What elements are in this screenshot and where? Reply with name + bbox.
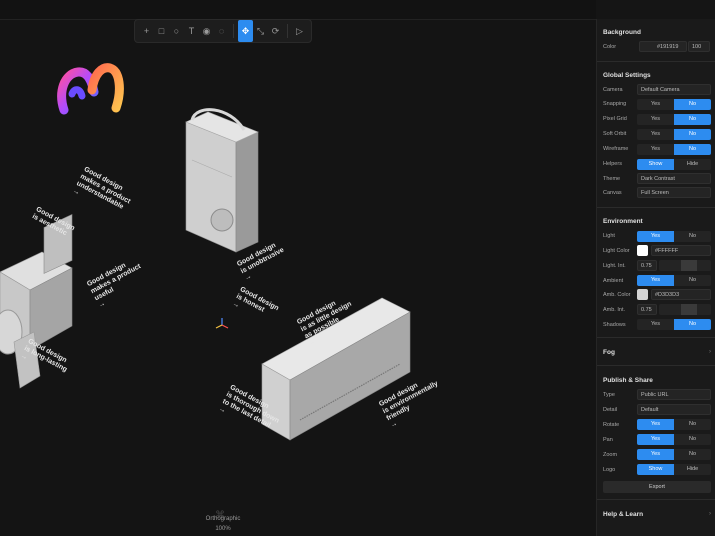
camera-select[interactable]: Default Camera bbox=[637, 84, 711, 95]
type-label: Type bbox=[603, 392, 615, 398]
ambient-color-field[interactable]: #D3D3D3 bbox=[651, 289, 711, 300]
publish-title: Publish & Share bbox=[603, 377, 653, 384]
play-icon[interactable]: ▷ bbox=[292, 24, 307, 39]
light-color-swatch[interactable] bbox=[637, 245, 648, 256]
theme-label: Theme bbox=[603, 176, 621, 182]
text-icon[interactable]: T bbox=[184, 24, 199, 39]
rotate-toggle[interactable]: Yes No bbox=[637, 419, 711, 430]
move-icon[interactable]: ✥ bbox=[238, 20, 253, 42]
axis-gizmo bbox=[215, 318, 229, 329]
logo-label: Logo bbox=[603, 467, 616, 473]
toolbar-separator bbox=[233, 24, 234, 38]
cube-icon[interactable]: □ bbox=[154, 24, 169, 39]
type-select[interactable]: Public URL bbox=[637, 389, 711, 400]
logo-toggle[interactable]: Show Hide bbox=[637, 464, 711, 475]
pixel-grid-toggle[interactable]: Yes No bbox=[637, 114, 711, 125]
camera-label: Camera bbox=[603, 87, 623, 93]
ambient-color-swatch[interactable] bbox=[637, 289, 648, 300]
soft-orbit-label: Soft Orbit bbox=[603, 131, 627, 137]
soft-orbit-toggle[interactable]: Yes No bbox=[637, 129, 711, 140]
ambient-intensity-slider[interactable] bbox=[659, 304, 711, 315]
3d-viewport[interactable]: Good design is aesthetic Good design mak… bbox=[0, 20, 596, 536]
bg-color-label: Color bbox=[603, 44, 617, 50]
properties-panel: Background Color #191919 100 Global Sett… bbox=[596, 19, 715, 536]
zoom-label: Zoom bbox=[603, 452, 618, 458]
light-label: Light bbox=[603, 233, 615, 239]
light-intensity-field[interactable]: 0.75 bbox=[637, 260, 657, 271]
pan-toggle[interactable]: Yes No bbox=[637, 434, 711, 445]
light-toggle[interactable]: Yes No bbox=[637, 231, 711, 242]
fog-title[interactable]: Fog bbox=[603, 349, 615, 356]
global-settings-title: Global Settings bbox=[603, 72, 651, 79]
canvas-label: Canvas bbox=[603, 190, 622, 196]
rotate-icon[interactable]: ⟳ bbox=[268, 24, 283, 39]
background-title: Background bbox=[603, 29, 641, 36]
pan-label: Pan bbox=[603, 437, 613, 443]
pixel-grid-label: Pixel Grid bbox=[603, 116, 627, 122]
snapping-toggle[interactable]: Yes No bbox=[637, 99, 711, 110]
camera-mode-label: Orthographic 100% bbox=[196, 514, 250, 534]
ambient-toggle[interactable]: Yes No bbox=[637, 275, 711, 286]
light-color-label: Light Color bbox=[603, 248, 630, 254]
scene-objects[interactable] bbox=[0, 20, 596, 536]
chevron-right-icon[interactable]: › bbox=[709, 349, 711, 355]
wireframe-label: Wireframe bbox=[603, 146, 629, 152]
scale-icon[interactable]: ⤡ bbox=[253, 24, 268, 39]
theme-select[interactable]: Dark Contrast bbox=[637, 173, 711, 184]
environment-title: Environment bbox=[603, 218, 643, 225]
sphere-icon[interactable]: ○ bbox=[169, 24, 184, 39]
help-title[interactable]: Help & Learn bbox=[603, 511, 643, 518]
add-icon[interactable]: + bbox=[139, 24, 154, 39]
radio-model bbox=[185, 108, 259, 253]
toolbar-separator bbox=[287, 24, 288, 38]
light-intensity-slider[interactable] bbox=[659, 260, 711, 271]
divider bbox=[597, 499, 715, 500]
bg-opacity-field[interactable]: 100 bbox=[688, 41, 710, 52]
chevron-right-icon[interactable]: › bbox=[709, 511, 711, 517]
zoom-level: 100% bbox=[215, 526, 231, 532]
shadows-label: Shadows bbox=[603, 322, 626, 328]
detail-label: Detail bbox=[603, 407, 618, 413]
helpers-label: Helpers bbox=[603, 161, 622, 167]
bg-color-field[interactable]: #191919 bbox=[639, 41, 687, 52]
ambient-label: Ambient bbox=[603, 278, 624, 284]
detail-select[interactable]: Default bbox=[637, 404, 711, 415]
shadows-toggle[interactable]: Yes No bbox=[637, 319, 711, 330]
material-icon[interactable]: ◌ bbox=[214, 24, 229, 39]
ambient-color-label: Amb. Color bbox=[603, 292, 631, 298]
divider bbox=[597, 61, 715, 62]
main-toolbar: + □ ○ T ◉ ◌ ✥ ⤡ ⟳ ▷ bbox=[134, 19, 312, 43]
canvas-select[interactable]: Full Screen bbox=[637, 187, 711, 198]
light-color-field[interactable]: #FFFFFF bbox=[651, 245, 711, 256]
ambient-intensity-field[interactable]: 0.75 bbox=[637, 304, 657, 315]
ambient-intensity-label: Amb. Int. bbox=[603, 307, 626, 313]
divider bbox=[597, 365, 715, 366]
export-button[interactable]: Export bbox=[603, 481, 711, 493]
light-intensity-label: Light. Int. bbox=[603, 263, 626, 269]
helpers-toggle[interactable]: Show Hide bbox=[637, 159, 711, 170]
zoom-toggle[interactable]: Yes No bbox=[637, 449, 711, 460]
wireframe-toggle[interactable]: Yes No bbox=[637, 144, 711, 155]
top-bar bbox=[0, 0, 596, 20]
image-icon[interactable]: ◉ bbox=[199, 24, 214, 39]
snapping-label: Snapping bbox=[603, 101, 627, 107]
rotate-label: Rotate bbox=[603, 422, 620, 428]
divider bbox=[597, 207, 715, 208]
divider bbox=[597, 337, 715, 338]
